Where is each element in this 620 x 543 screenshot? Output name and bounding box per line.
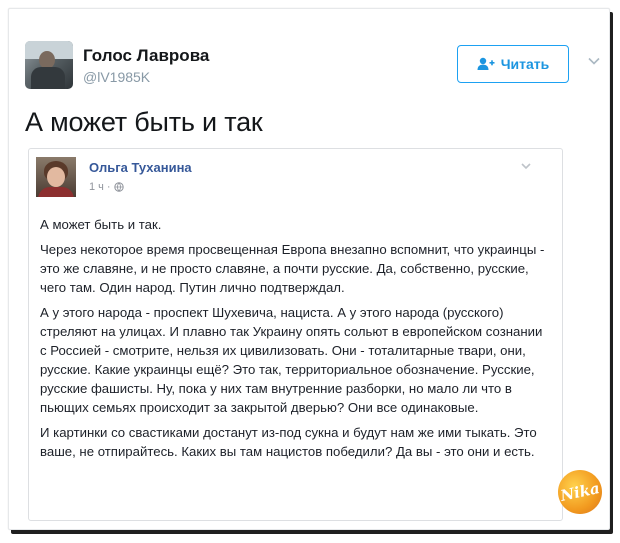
chevron-down-icon[interactable] bbox=[587, 54, 601, 68]
author-avatar[interactable] bbox=[25, 41, 73, 89]
tweet-text: А может быть и так bbox=[25, 107, 263, 137]
tweet-card: Голос Лаврова @lV1985K Читать А может бы… bbox=[8, 8, 610, 530]
post-time[interactable]: 1 ч bbox=[89, 181, 104, 193]
post-paragraph: Через некоторое время просвещенная Европ… bbox=[40, 242, 545, 295]
author-name[interactable]: Голос Лаврова bbox=[83, 46, 209, 66]
follow-button[interactable]: Читать bbox=[457, 45, 569, 83]
post-meta: 1 ч · bbox=[89, 181, 124, 193]
post-paragraph: И картинки со свастиками достанут из-под… bbox=[40, 425, 537, 459]
add-person-icon bbox=[477, 57, 495, 70]
post-options-icon[interactable] bbox=[520, 160, 532, 172]
post-author-name[interactable]: Ольга Туханина bbox=[89, 160, 192, 175]
watermark-text: Nika bbox=[558, 479, 602, 505]
post-paragraph: А может быть и так. bbox=[40, 217, 162, 232]
author-handle[interactable]: @lV1985K bbox=[83, 69, 150, 85]
post-author-avatar[interactable] bbox=[36, 157, 76, 197]
post-paragraph: А у этого народа - проспект Шухевича, на… bbox=[40, 305, 543, 415]
meta-separator: · bbox=[106, 181, 111, 193]
globe-icon bbox=[113, 182, 124, 192]
embedded-facebook-post[interactable]: Ольга Туханина 1 ч · А может быть и так.… bbox=[28, 148, 563, 521]
follow-label: Читать bbox=[500, 56, 550, 72]
post-body: А может быть и так. Через некоторое врем… bbox=[40, 215, 545, 467]
